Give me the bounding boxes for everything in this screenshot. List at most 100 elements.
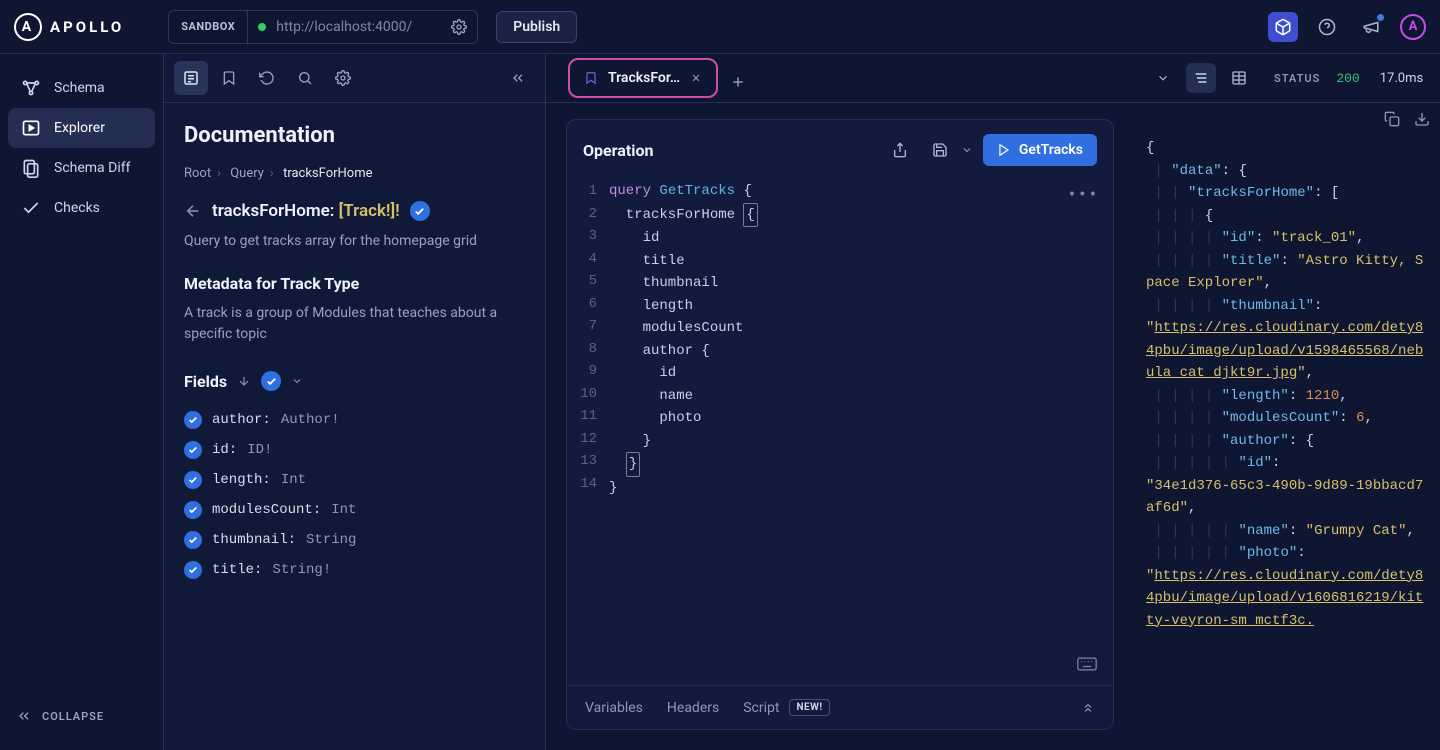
- endpoint-settings-button[interactable]: [441, 19, 477, 35]
- share-button[interactable]: [885, 135, 915, 165]
- tab-headers[interactable]: Headers: [667, 700, 719, 716]
- field-row[interactable]: length: Int: [184, 465, 525, 495]
- sidebar-item-schema-diff[interactable]: Schema Diff: [8, 148, 155, 188]
- run-operation-button[interactable]: GetTracks: [983, 134, 1097, 166]
- docs-collapse-button[interactable]: [501, 61, 535, 95]
- metadata-heading: Metadata for Track Type: [184, 274, 525, 293]
- studio-mode-button[interactable]: [1268, 12, 1298, 42]
- tab-variables[interactable]: Variables: [585, 700, 643, 716]
- new-badge: NEW!: [789, 699, 829, 716]
- response-expand-button[interactable]: [1148, 63, 1178, 93]
- close-tab-button[interactable]: [690, 72, 702, 84]
- connection-status-dot-icon: [258, 23, 266, 31]
- search-button[interactable]: [288, 61, 322, 95]
- response-view-json-button[interactable]: [1186, 63, 1216, 93]
- field-check-icon[interactable]: [184, 441, 202, 459]
- field-name: modulesCount:: [212, 502, 321, 518]
- user-avatar[interactable]: A: [1400, 14, 1426, 40]
- tab-script[interactable]: Script: [743, 700, 779, 716]
- code-content: query GetTracks { tracksForHome { id tit…: [609, 180, 758, 685]
- endpoint-pill: SANDBOX http://localhost:4000/: [168, 10, 478, 44]
- field-name: author:: [212, 412, 271, 428]
- download-response-button[interactable]: [1414, 111, 1430, 127]
- sidebar-collapse-button[interactable]: COLLAPSE: [8, 696, 155, 736]
- bookmark-button[interactable]: [212, 61, 246, 95]
- save-button[interactable]: [925, 135, 955, 165]
- field-row[interactable]: title: String!: [184, 555, 525, 585]
- announcements-button[interactable]: [1356, 12, 1386, 42]
- publish-button[interactable]: Publish: [496, 11, 577, 43]
- field-signature: tracksForHome: [Track!]!: [212, 201, 400, 221]
- copy-response-button[interactable]: [1384, 111, 1400, 127]
- crumb-root[interactable]: Root: [184, 166, 211, 181]
- field-check-icon[interactable]: [184, 561, 202, 579]
- field-type[interactable]: String!: [272, 562, 331, 578]
- field-row[interactable]: modulesCount: Int: [184, 495, 525, 525]
- status-label: STATUS: [1274, 72, 1320, 85]
- field-type[interactable]: Int: [281, 472, 306, 488]
- publish-button-label: Publish: [513, 19, 560, 35]
- field-row[interactable]: id: ID!: [184, 435, 525, 465]
- explorer-icon: [20, 118, 42, 138]
- back-arrow-icon[interactable]: [184, 202, 202, 220]
- sidebar: Schema Explorer Schema Diff Checks COLLA…: [0, 54, 164, 750]
- fields-heading: Fields: [184, 372, 227, 391]
- chevron-down-icon[interactable]: [291, 375, 303, 387]
- field-check-icon[interactable]: [184, 501, 202, 519]
- schema-icon: [20, 78, 42, 98]
- code-editor[interactable]: ••• 1234567891011121314 query GetTracks …: [567, 176, 1113, 685]
- sidebar-item-label: Schema Diff: [54, 160, 130, 176]
- editor-column: TracksFor… Operation GetTrack: [546, 54, 1134, 750]
- field-name: title:: [212, 562, 262, 578]
- run-button-label: GetTracks: [1019, 142, 1083, 158]
- footer-collapse-button[interactable]: [1081, 701, 1095, 715]
- field-row[interactable]: thumbnail: String: [184, 525, 525, 555]
- topbar-right: A: [1268, 12, 1426, 42]
- documentation-panel: Documentation Root› Query› tracksForHome…: [164, 54, 546, 750]
- editor-more-button[interactable]: •••: [1068, 184, 1099, 207]
- sidebar-collapse-label: COLLAPSE: [42, 710, 104, 723]
- editor-footer: Variables Headers Script NEW!: [567, 685, 1113, 729]
- field-type[interactable]: Author!: [281, 412, 340, 428]
- keyboard-shortcuts-button[interactable]: [1077, 657, 1097, 671]
- field-row[interactable]: author: Author!: [184, 405, 525, 435]
- settings-button[interactable]: [326, 61, 360, 95]
- sidebar-item-checks[interactable]: Checks: [8, 188, 155, 228]
- brand-logo: A APOLLO: [14, 13, 124, 41]
- save-chevron-icon[interactable]: [961, 144, 973, 156]
- field-name: thumbnail:: [212, 532, 296, 548]
- field-check-icon[interactable]: [184, 531, 202, 549]
- status-code: 200: [1336, 71, 1359, 86]
- field-check-icon[interactable]: [184, 411, 202, 429]
- field-description: Query to get tracks array for the homepa…: [184, 231, 525, 252]
- sandbox-badge: SANDBOX: [169, 11, 248, 43]
- endpoint-url[interactable]: http://localhost:4000/: [276, 19, 441, 35]
- line-gutter: 1234567891011121314: [567, 180, 609, 685]
- sort-arrow-down-icon[interactable]: [237, 374, 251, 388]
- field-check-icon[interactable]: [184, 471, 202, 489]
- operation-tabs: TracksFor…: [546, 54, 1134, 103]
- field-return-type[interactable]: [Track!]!: [334, 201, 399, 221]
- field-name: length:: [212, 472, 271, 488]
- select-all-check-icon[interactable]: [261, 371, 281, 391]
- field-name: tracksForHome:: [212, 201, 334, 221]
- field-type[interactable]: Int: [331, 502, 356, 518]
- add-tab-button[interactable]: [730, 74, 746, 90]
- field-type[interactable]: String: [306, 532, 356, 548]
- crumb-query[interactable]: Query: [230, 166, 264, 181]
- response-body[interactable]: { | "data": { | | "tracksForHome": [ | |…: [1134, 103, 1440, 750]
- sidebar-item-schema[interactable]: Schema: [8, 68, 155, 108]
- sidebar-item-label: Schema: [54, 80, 105, 96]
- help-button[interactable]: [1312, 12, 1342, 42]
- breadcrumb: Root› Query› tracksForHome: [184, 166, 525, 181]
- response-json: { | "data": { | | "tracksForHome": [ | |…: [1146, 137, 1428, 632]
- selected-check-icon[interactable]: [410, 201, 430, 221]
- operation-tab-active[interactable]: TracksFor…: [568, 58, 718, 98]
- response-view-table-button[interactable]: [1224, 63, 1254, 93]
- docs-title: Documentation: [184, 123, 525, 148]
- sidebar-item-explorer[interactable]: Explorer: [8, 108, 155, 148]
- history-button[interactable]: [250, 61, 284, 95]
- field-type[interactable]: ID!: [247, 442, 272, 458]
- docs-view-button[interactable]: [174, 61, 208, 95]
- brand-mark-icon: A: [14, 13, 42, 41]
